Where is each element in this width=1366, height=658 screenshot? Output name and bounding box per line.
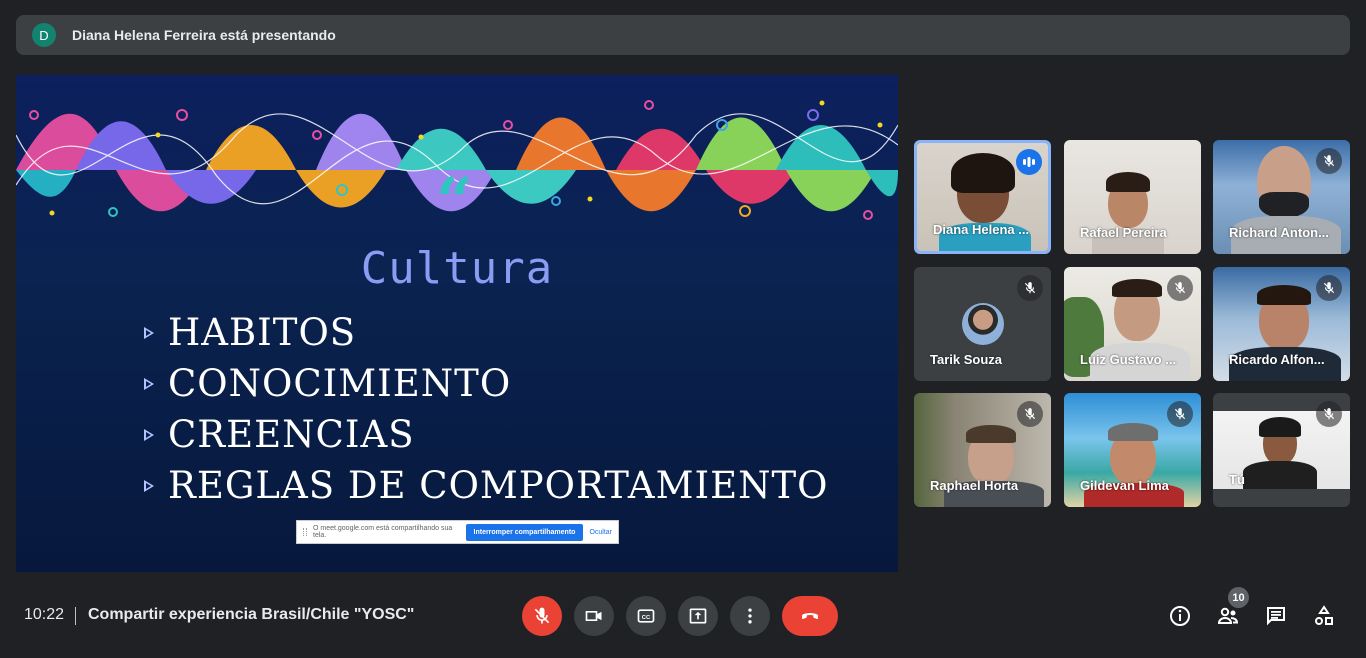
mic-off-icon <box>534 607 550 624</box>
slide-bullet-list: HABITOS CONOCIMIENTO CREENCIAS REGLAS DE… <box>144 307 829 511</box>
chat-icon <box>1267 607 1285 626</box>
participant-hair <box>1257 285 1311 305</box>
participant-name: Ricardo Alfon... <box>1229 352 1325 367</box>
mic-off-icon <box>1017 275 1043 301</box>
slide-bullet-text: HABITOS <box>168 311 357 354</box>
bullet-triangle-icon <box>144 479 154 492</box>
meeting-clock: 10:22 <box>24 606 65 623</box>
participant-tile[interactable]: Diana Helena ... <box>914 140 1051 254</box>
present-now-button[interactable] <box>678 596 718 636</box>
slide-title: Cultura <box>360 243 554 294</box>
participant-hair <box>1259 417 1301 437</box>
mic-off-icon <box>1017 401 1043 427</box>
participant-hair <box>966 425 1016 443</box>
participant-tile[interactable]: Richard Anton... <box>1213 140 1350 254</box>
presentation-stage[interactable]: “ Cultura HABITOS CONOCIMIENTO CREENCIAS… <box>16 75 898 572</box>
bullet-triangle-icon <box>144 428 154 441</box>
meeting-control-bar: 10:22 Compartir experiencia Brasil/Chile… <box>0 585 1366 647</box>
mic-off-icon <box>1167 401 1193 427</box>
captions-button[interactable]: CC <box>626 596 666 636</box>
participant-avatar <box>962 303 1004 345</box>
participant-body <box>1243 461 1317 489</box>
presenter-banner: D Diana Helena Ferreira está presentando <box>16 15 1350 55</box>
participant-tile[interactable]: Ricardo Alfon... <box>1213 267 1350 381</box>
meeting-title: Compartir experiencia Brasil/Chile "YOSC… <box>88 606 415 623</box>
more-options-button[interactable] <box>730 596 770 636</box>
participant-tile[interactable]: Tarik Souza <box>914 267 1051 381</box>
participant-name: Diana Helena ... <box>933 222 1030 237</box>
drag-handle-icon[interactable] <box>303 528 307 536</box>
participant-name: Raphael Horta <box>930 478 1019 493</box>
participant-name: Richard Anton... <box>1229 225 1329 240</box>
slide-bullet: CONOCIMIENTO <box>144 358 829 409</box>
participant-hair <box>1112 279 1162 297</box>
videocam-icon <box>585 611 602 621</box>
slide-bullet: REGLAS DE COMPORTAMIENTO <box>144 460 829 511</box>
participant-tile[interactable]: Luiz Gustavo ... <box>1064 267 1201 381</box>
slide-quote-mark: “ <box>436 164 473 239</box>
activities-button[interactable] <box>1311 603 1337 629</box>
participant-hair <box>1108 423 1158 441</box>
chat-button[interactable] <box>1263 603 1289 629</box>
leave-call-button[interactable] <box>782 596 838 636</box>
participant-tile[interactable]: Tú <box>1213 393 1350 507</box>
share-message: O meet.google.com está compartilhando su… <box>313 525 453 539</box>
more-vert-icon <box>748 608 752 624</box>
slide-bullet-text: REGLAS DE COMPORTAMIENTO <box>168 464 829 507</box>
present-to-all-icon <box>689 608 707 624</box>
hide-share-bar-button[interactable]: Ocultar <box>589 529 612 536</box>
slide-bullet: CREENCIAS <box>144 409 829 460</box>
toggle-mic-button[interactable] <box>522 596 562 636</box>
mic-off-icon <box>1316 275 1342 301</box>
participant-count-badge: 10 <box>1228 587 1249 608</box>
presenter-banner-text: Diana Helena Ferreira está presentando <box>72 27 336 43</box>
participant-hair <box>951 153 1015 193</box>
participant-name: Gildevan Lima <box>1080 478 1169 493</box>
participant-name: Tú <box>1229 472 1245 487</box>
slide-bullet-text: CONOCIMIENTO <box>168 362 512 405</box>
presenter-avatar: D <box>32 23 56 47</box>
info-icon <box>1170 606 1190 626</box>
screen-share-notification: O meet.google.com está compartilhando su… <box>296 520 619 544</box>
participant-name: Tarik Souza <box>930 352 1003 367</box>
participant-tile[interactable]: Raphael Horta <box>914 393 1051 507</box>
participant-name: Rafael Pereira <box>1080 225 1167 240</box>
participant-tile[interactable]: Rafael Pereira <box>1064 140 1201 254</box>
participant-tile[interactable]: Gildevan Lima <box>1064 393 1201 507</box>
mic-off-icon <box>1316 401 1342 427</box>
svg-text:CC: CC <box>642 615 651 621</box>
activities-icon <box>1315 605 1333 625</box>
toggle-camera-button[interactable] <box>574 596 614 636</box>
bullet-triangle-icon <box>144 326 154 339</box>
participant-name: Luiz Gustavo ... <box>1080 352 1177 367</box>
divider <box>75 607 76 625</box>
slide-bullet: HABITOS <box>144 307 829 358</box>
participant-face-mask <box>1259 192 1309 218</box>
call-end-icon <box>802 613 818 620</box>
slide-bullet-text: CREENCIAS <box>168 413 415 456</box>
participant-hair <box>1106 172 1150 192</box>
stop-sharing-button[interactable]: Interromper compartilhamento <box>465 523 584 541</box>
meeting-details-button[interactable] <box>1167 603 1193 629</box>
bullet-triangle-icon <box>144 377 154 390</box>
mic-off-icon <box>1316 148 1342 174</box>
speaking-indicator-icon <box>1016 149 1042 175</box>
mic-off-icon <box>1167 275 1193 301</box>
closed-caption-icon: CC <box>637 609 655 623</box>
